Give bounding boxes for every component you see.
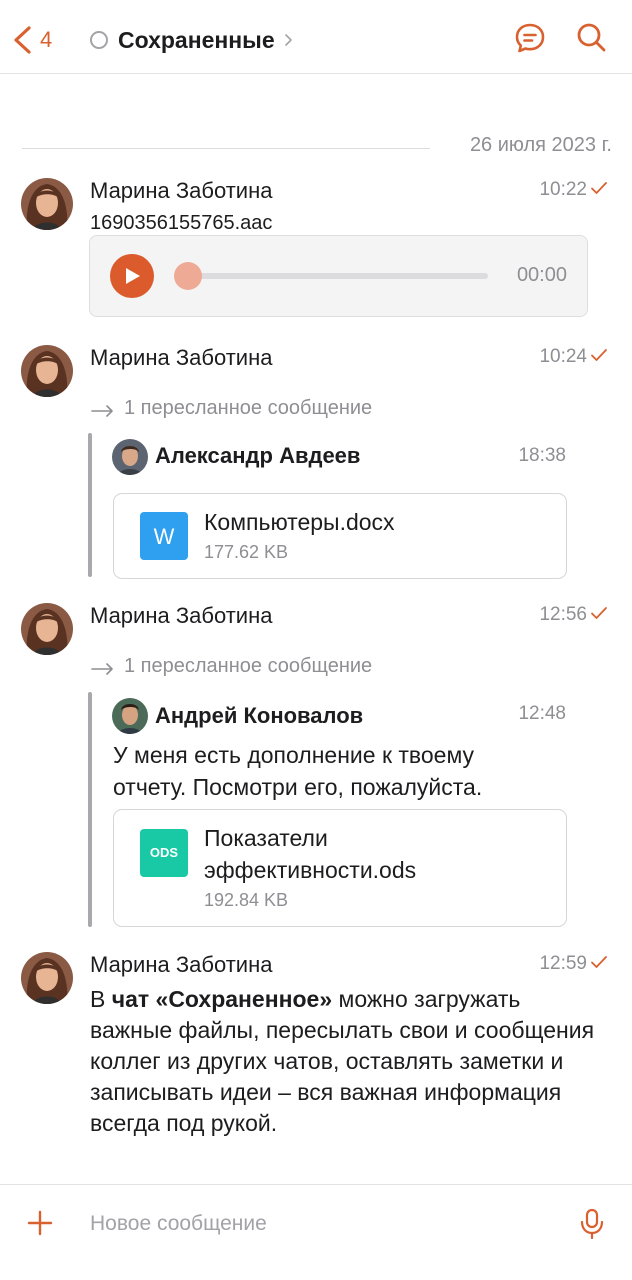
message-time: 10:22 bbox=[539, 179, 587, 200]
presence-status-icon bbox=[90, 31, 108, 49]
avatar[interactable] bbox=[21, 345, 73, 397]
forwarded-label-text: 1 пересланное сообщение bbox=[124, 397, 373, 419]
spreadsheet-file-icon: ODS bbox=[140, 829, 188, 877]
message-time: 10:24 bbox=[539, 346, 587, 367]
word-file-icon: W bbox=[140, 512, 188, 560]
search-icon[interactable] bbox=[574, 20, 610, 56]
chevron-right-icon bbox=[284, 34, 292, 46]
separator-line bbox=[22, 148, 430, 149]
sender-name[interactable]: Марина Заботина bbox=[90, 178, 272, 204]
file-name: Компьютеры.docx bbox=[204, 509, 395, 535]
forwarded-avatar[interactable] bbox=[112, 698, 148, 734]
date-label: 26 июля 2023 г. bbox=[469, 134, 612, 156]
file-attachment[interactable]: ODS Показатели эффективности.ods 192.84 … bbox=[113, 809, 567, 927]
date-separator: 26 июля 2023 г. bbox=[22, 134, 612, 164]
chevron-left-icon bbox=[14, 26, 31, 54]
play-button[interactable] bbox=[110, 254, 154, 298]
sent-check-icon bbox=[591, 349, 607, 361]
sender-name[interactable]: Марина Заботина bbox=[90, 345, 272, 371]
audio-track[interactable] bbox=[176, 273, 488, 279]
threads-icon[interactable] bbox=[512, 20, 548, 56]
forward-arrow-icon bbox=[91, 404, 113, 417]
forwarded-label: 1 пересланное сообщение bbox=[90, 397, 372, 420]
sent-check-icon bbox=[591, 956, 607, 968]
quote-bar bbox=[88, 433, 92, 577]
message-time: 12:56 bbox=[539, 604, 587, 625]
forwarded-time: 18:38 bbox=[518, 445, 566, 466]
back-button[interactable]: 4 bbox=[10, 22, 52, 58]
forward-arrow-icon bbox=[91, 662, 113, 675]
unread-count: 4 bbox=[40, 27, 53, 52]
microphone-icon[interactable] bbox=[578, 1207, 606, 1241]
sent-check-icon bbox=[591, 607, 607, 619]
file-size: 192.84 KB bbox=[204, 890, 289, 910]
message-input[interactable] bbox=[90, 1207, 550, 1241]
forwarded-label-text: 1 пересланное сообщение bbox=[124, 655, 373, 677]
avatar[interactable] bbox=[21, 178, 73, 230]
file-attachment[interactable]: W Компьютеры.docx 177.62 KB bbox=[113, 493, 567, 579]
sent-check-icon bbox=[591, 182, 607, 194]
avatar[interactable] bbox=[21, 603, 73, 655]
play-icon bbox=[126, 268, 140, 284]
audio-file-name: 1690356155765.aac bbox=[90, 212, 273, 234]
message-body: В чат «Сохраненное» можно загружать важн… bbox=[90, 986, 595, 1136]
chat-title: Сохраненные bbox=[118, 26, 275, 53]
avatar[interactable] bbox=[21, 952, 73, 1004]
bold-chat-name: чат «Сохраненное» bbox=[111, 986, 333, 1012]
forwarded-sender[interactable]: Андрей Коновалов bbox=[155, 703, 363, 729]
forwarded-text: У меня есть дополнение к твоему отчету. … bbox=[113, 742, 483, 800]
message-time: 12:59 bbox=[539, 953, 587, 974]
forwarded-label: 1 пересланное сообщение bbox=[90, 655, 372, 678]
forwarded-avatar[interactable] bbox=[112, 439, 148, 475]
forwarded-time: 12:48 bbox=[518, 703, 566, 724]
chat-title-button[interactable]: Сохраненные bbox=[90, 22, 293, 58]
audio-duration: 00:00 bbox=[516, 264, 567, 286]
forwarded-sender[interactable]: Александр Авдеев bbox=[155, 443, 360, 469]
quote-bar bbox=[88, 692, 92, 927]
plus-icon[interactable] bbox=[26, 1209, 54, 1237]
file-name: Показатели эффективности.ods bbox=[204, 825, 417, 883]
audio-scrubber[interactable] bbox=[174, 262, 202, 290]
audio-player: 00:00 bbox=[89, 235, 588, 317]
sender-name[interactable]: Марина Заботина bbox=[90, 603, 272, 629]
chat-header: 4 Сохраненные bbox=[0, 0, 632, 74]
sender-name[interactable]: Марина Заботина bbox=[90, 952, 272, 978]
file-size: 177.62 KB bbox=[204, 542, 289, 562]
message-composer bbox=[0, 1184, 632, 1280]
